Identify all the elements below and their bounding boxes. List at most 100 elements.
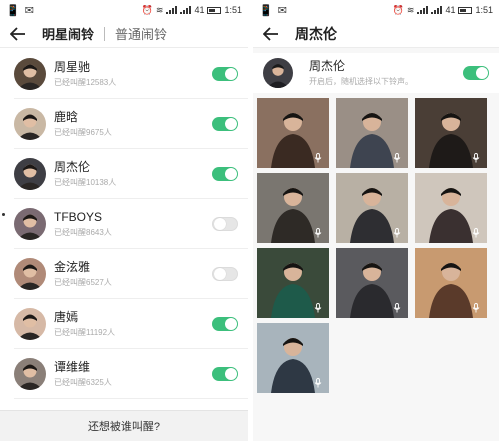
wifi-status-icon: ≋ xyxy=(406,4,415,15)
signal-icon xyxy=(417,6,429,14)
mic-icon xyxy=(393,303,401,313)
mic-icon xyxy=(314,378,322,388)
signal-icon xyxy=(166,6,178,14)
request-star-bar[interactable]: 还想被谁叫醒? xyxy=(0,410,248,441)
star-alarm-toggle[interactable] xyxy=(212,167,238,181)
tab-normal-alarm[interactable]: 普通闹铃 xyxy=(115,24,167,43)
status-bar-right: 📱 ✉ ⏰ ≋ 41 1:51 xyxy=(253,0,499,20)
ringtone-photo[interactable] xyxy=(336,173,408,243)
status-right-icons: ⏰ ≋ 41 1:51 xyxy=(142,5,242,16)
battery-level: 41 xyxy=(445,5,456,15)
mic-icon xyxy=(314,153,322,163)
status-left-icons: 📱 ✉ xyxy=(259,4,288,17)
star-name: 唐嫣 xyxy=(54,309,79,324)
star-alarm-toggle[interactable] xyxy=(212,367,238,381)
star-avatar xyxy=(14,358,46,390)
star-row[interactable]: 谭维维已经叫醒6325人 xyxy=(0,349,248,399)
clock: 1:51 xyxy=(475,5,493,15)
top-nav: 明星闹铃 普通闹铃 xyxy=(0,20,248,48)
ringtone-photo[interactable] xyxy=(257,323,329,393)
mic-icon xyxy=(393,228,401,238)
wake-count: 已经叫醒10138人 xyxy=(54,177,117,187)
star-row[interactable]: 周杰伦已经叫醒10138人 xyxy=(0,149,248,199)
ringtone-photo[interactable] xyxy=(415,248,487,318)
star-name: TFBOYS xyxy=(54,209,103,224)
star-name: 周杰伦 xyxy=(54,159,91,174)
toggle-knob xyxy=(214,268,226,280)
mic-icon xyxy=(314,228,322,238)
toggle-knob xyxy=(214,218,226,230)
alarm-status-icon: ⏰ xyxy=(141,4,153,15)
status-left-icons: 📱 ✉ xyxy=(6,4,35,17)
star-row[interactable]: 周星驰已经叫醒12583人 xyxy=(0,49,248,99)
star-avatar xyxy=(14,58,46,90)
toggle-knob xyxy=(225,368,237,380)
back-arrow-icon xyxy=(10,26,25,41)
page-title: 周杰伦 xyxy=(295,25,337,42)
tab-divider xyxy=(104,26,106,41)
clock: 1:51 xyxy=(224,5,242,15)
artist-alarm-toggle[interactable] xyxy=(463,66,489,80)
artist-avatar xyxy=(263,58,293,88)
star-alarm-toggle[interactable] xyxy=(212,67,238,81)
toggle-knob xyxy=(225,318,237,330)
ringtone-photo[interactable] xyxy=(257,98,329,168)
star-avatar xyxy=(14,108,46,140)
mic-icon xyxy=(472,303,480,313)
ringtone-photo[interactable] xyxy=(336,98,408,168)
toggle-knob xyxy=(476,67,488,79)
mic-icon xyxy=(472,153,480,163)
ringtone-photo[interactable] xyxy=(336,248,408,318)
star-avatar xyxy=(14,258,46,290)
star-alarm-toggle[interactable] xyxy=(212,317,238,331)
star-name: 谭维维 xyxy=(54,359,91,374)
ringtone-photo[interactable] xyxy=(415,98,487,168)
battery-icon xyxy=(458,6,473,14)
status-bar: 📱 ✉ ⏰ ≋ 41 1:51 xyxy=(0,0,248,20)
wake-count: 已经叫醒11192人 xyxy=(54,327,116,337)
star-alarm-toggle[interactable] xyxy=(212,117,238,131)
star-avatar xyxy=(14,208,46,240)
star-avatar xyxy=(14,308,46,340)
star-alarm-list-screen: 📱 ✉ ⏰ ≋ 41 1:51 明星闹铃 普通闹铃 周星驰已经叫醒12583人鹿… xyxy=(0,0,248,441)
ringtone-photo[interactable] xyxy=(257,248,329,318)
artist-name: 周杰伦 xyxy=(309,58,346,73)
back-button[interactable] xyxy=(8,24,28,44)
signal-icon-2 xyxy=(180,6,192,14)
mic-icon xyxy=(393,153,401,163)
ringtone-photo[interactable] xyxy=(257,173,329,243)
ringtone-photo[interactable] xyxy=(415,173,487,243)
status-right-icons: ⏰ ≋ 41 1:51 xyxy=(393,5,493,16)
battery-level: 41 xyxy=(194,5,205,15)
star-row[interactable]: 唐嫣已经叫醒11192人 xyxy=(0,299,248,349)
toggle-knob xyxy=(225,168,237,180)
star-row[interactable]: 金泫雅 已经叫醒6527人 xyxy=(0,249,248,299)
mic-icon xyxy=(314,303,322,313)
mic-icon xyxy=(472,228,480,238)
signal-icon-2 xyxy=(431,6,443,14)
wake-count: 已经叫醒8643人 xyxy=(54,227,112,237)
bullet-dot xyxy=(2,213,5,216)
star-row[interactable]: 鹿晗已经叫醒9675人 xyxy=(0,99,248,149)
battery-icon xyxy=(207,6,222,14)
star-row[interactable]: TFBOYS 已经叫醒8643人 xyxy=(0,199,248,249)
star-avatar xyxy=(14,158,46,190)
artist-detail-screen: 📱 ✉ ⏰ ≋ 41 1:51 周杰伦 周杰伦 开启后，随机选择以下铃声。 xyxy=(253,0,499,441)
star-alarm-toggle[interactable] xyxy=(212,217,238,231)
tab-star-alarm[interactable]: 明星闹铃 xyxy=(42,24,94,43)
back-button[interactable] xyxy=(261,24,281,44)
star-alarm-toggle[interactable] xyxy=(212,267,238,281)
star-name: 金泫雅 xyxy=(54,259,91,274)
wake-count: 已经叫醒9675人 xyxy=(54,127,112,137)
back-arrow-icon xyxy=(263,26,278,41)
star-name: 周星驰 xyxy=(54,59,91,74)
wake-count: 已经叫醒6325人 xyxy=(54,377,112,387)
wifi-status-icon: ≋ xyxy=(155,4,164,15)
artist-header: 周杰伦 开启后，随机选择以下铃声。 xyxy=(253,53,499,93)
toggle-knob xyxy=(225,68,237,80)
star-name: 鹿晗 xyxy=(54,109,79,124)
star-list: 周星驰 已经叫醒12583人 鹿晗 已经叫醒9675人 周杰伦 已经叫醒10138人 TFB… xyxy=(0,49,248,399)
alarm-status-icon: ⏰ xyxy=(392,4,404,15)
photo-grid xyxy=(257,98,495,393)
wake-count: 已经叫醒12583人 xyxy=(54,77,117,87)
